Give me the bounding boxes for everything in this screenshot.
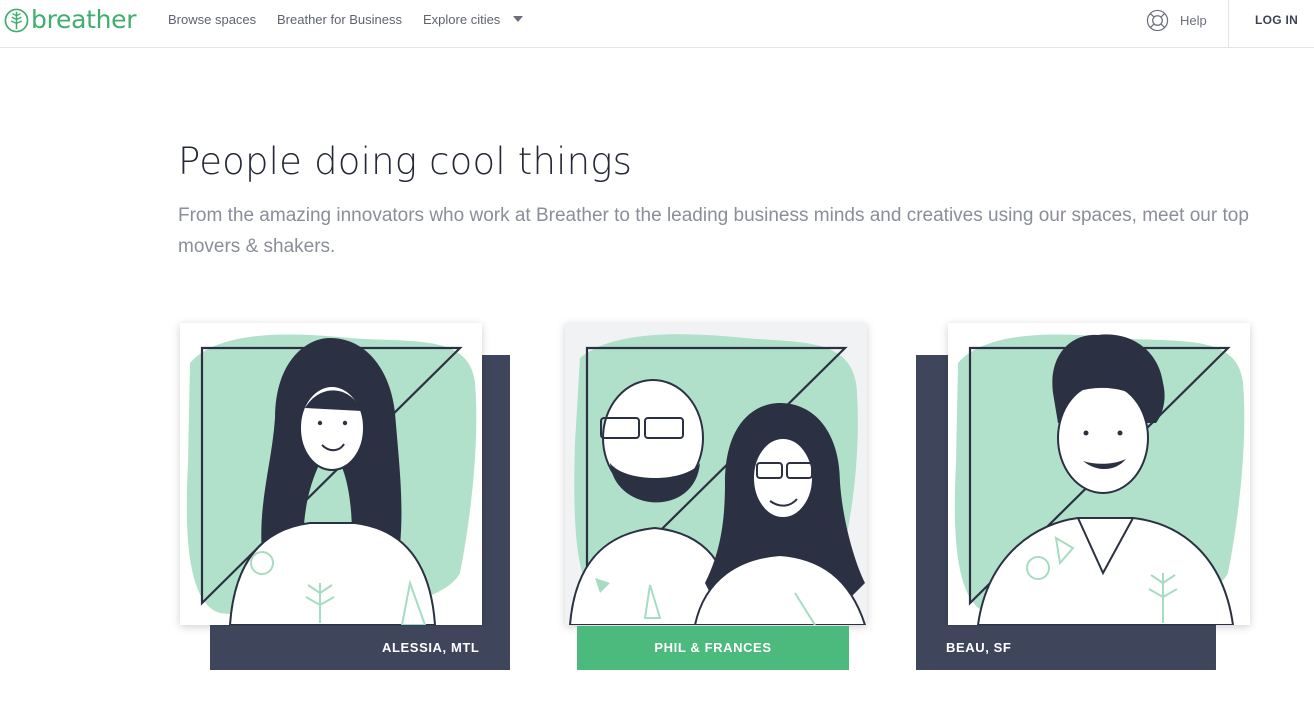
person-card-beau[interactable]: BEAU, SF	[916, 323, 1256, 673]
nav-explore-cities[interactable]: Explore cities	[423, 12, 500, 28]
leaf-logo-icon	[4, 8, 29, 32]
nav-browse-spaces[interactable]: Browse spaces	[168, 12, 256, 28]
portrait-beau-image	[954, 334, 1245, 625]
logo-wordmark: breather	[31, 5, 137, 34]
help-label: Help	[1180, 12, 1207, 28]
portrait-alessia-image	[186, 334, 477, 625]
portrait-illustration	[565, 323, 867, 625]
top-nav: breather Browse spaces Breather for Busi…	[0, 0, 1314, 48]
page-title: People doing cool things	[178, 140, 633, 183]
card-name-label: ALESSIA, MTL	[210, 626, 510, 670]
nav-breather-for-business[interactable]: Breather for Business	[277, 12, 402, 28]
page-subtitle: From the amazing innovators who work at …	[178, 205, 1249, 257]
help-link[interactable]: Help	[1146, 8, 1207, 32]
portrait-illustration	[948, 323, 1250, 625]
person-card-alessia[interactable]: ALESSIA, MTL	[180, 323, 520, 673]
nav-divider	[1228, 0, 1229, 48]
breather-logo[interactable]: breather	[4, 5, 137, 35]
chevron-down-icon[interactable]	[513, 16, 523, 22]
login-button[interactable]: LOG IN	[1255, 13, 1298, 27]
portrait-phil-frances-image	[568, 334, 867, 625]
person-card-phil-frances[interactable]: PHIL & FRANCES	[565, 323, 905, 673]
card-name-label: PHIL & FRANCES	[577, 626, 849, 670]
card-name-label: BEAU, SF	[916, 626, 1216, 670]
portrait-illustration	[180, 323, 482, 625]
help-lifebuoy-icon	[1146, 9, 1169, 31]
